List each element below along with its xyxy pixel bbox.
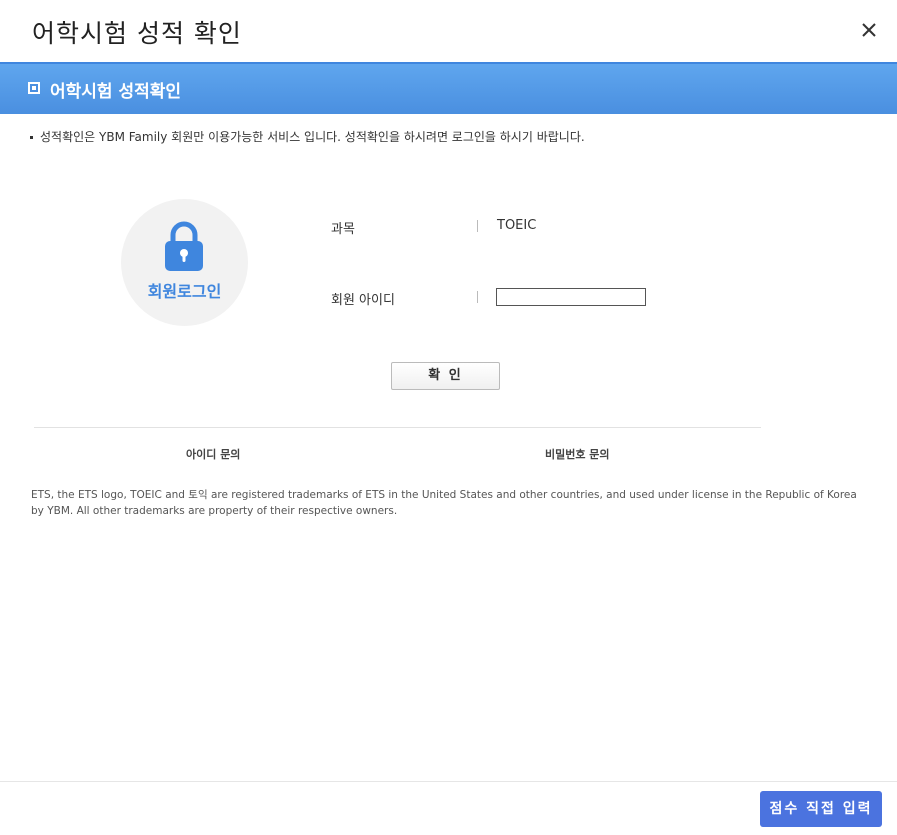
enter-score-button[interactable]: 점수 직접 입력 bbox=[760, 791, 882, 827]
member-login-badge[interactable]: 회원로그인 bbox=[121, 199, 248, 326]
dialog-header: 어학시험 성적 확인 bbox=[0, 0, 897, 62]
close-button[interactable] bbox=[855, 16, 883, 44]
field-separator bbox=[477, 220, 478, 232]
lock-icon bbox=[165, 221, 203, 271]
subject-value: TOEIC bbox=[497, 218, 537, 233]
section-header-bar: 어학시험 성적확인 bbox=[0, 62, 897, 114]
notice-text: 성적확인은 YBM Family 회원만 이용가능한 서비스 입니다. 성적확인… bbox=[30, 128, 585, 145]
section-title: 어학시험 성적확인 bbox=[50, 82, 182, 102]
footer-divider bbox=[0, 781, 897, 782]
notice-message: 성적확인은 YBM Family 회원만 이용가능한 서비스 입니다. 성적확인… bbox=[40, 130, 585, 144]
divider bbox=[34, 427, 761, 428]
close-icon bbox=[862, 23, 876, 37]
find-password-link[interactable]: 비밀번호 문의 bbox=[545, 446, 610, 462]
subject-label: 과목 bbox=[331, 222, 355, 237]
dialog-title: 어학시험 성적 확인 bbox=[32, 19, 242, 48]
member-id-label: 회원 아이디 bbox=[331, 293, 395, 308]
field-separator bbox=[477, 291, 478, 303]
square-bullet-icon bbox=[28, 82, 40, 94]
trademark-disclaimer: ETS, the ETS logo, TOEIC and 토익 are regi… bbox=[31, 489, 857, 517]
member-login-label: 회원로그인 bbox=[147, 282, 222, 301]
bullet-dot-icon bbox=[30, 136, 33, 139]
confirm-button[interactable]: 확 인 bbox=[391, 362, 500, 390]
member-id-input[interactable] bbox=[496, 288, 646, 306]
find-id-link[interactable]: 아이디 문의 bbox=[186, 446, 240, 462]
